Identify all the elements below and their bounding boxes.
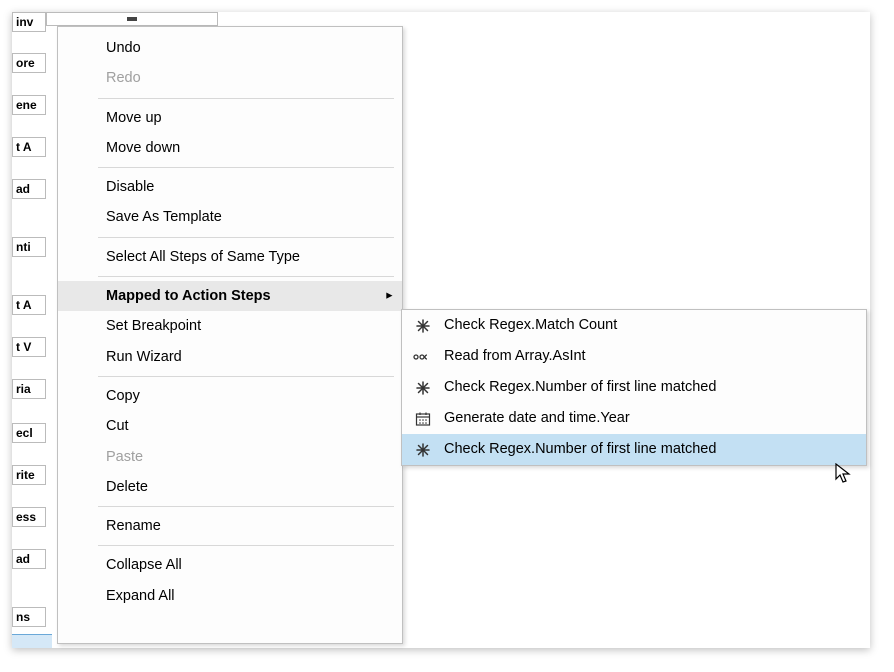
menu-expand-all[interactable]: Expand All bbox=[58, 581, 402, 611]
menu-separator bbox=[98, 376, 394, 377]
menu-run-wizard[interactable]: Run Wizard bbox=[58, 342, 402, 372]
menu-separator bbox=[98, 545, 394, 546]
bg-row-header: ess bbox=[12, 507, 46, 527]
bg-row-header: ad bbox=[12, 179, 46, 199]
ooc-icon bbox=[412, 348, 434, 366]
bg-row-header: ene bbox=[12, 95, 46, 115]
bg-row-header: t V bbox=[12, 337, 46, 357]
submenu-item[interactable]: Check Regex.Number of first line matched bbox=[402, 372, 866, 403]
bg-row-header: ore bbox=[12, 53, 46, 73]
submenu-item-label: Generate date and time.Year bbox=[444, 408, 630, 429]
submenu-item-label: Read from Array.AsInt bbox=[444, 346, 586, 367]
menu-select-all-same-type[interactable]: Select All Steps of Same Type bbox=[58, 242, 402, 272]
submenu-item-label: Check Regex.Number of first line matched bbox=[444, 439, 716, 460]
menu-cut[interactable]: Cut bbox=[58, 411, 402, 441]
bg-strip bbox=[12, 634, 52, 648]
context-menu: Undo Redo Move up Move down Disable Save… bbox=[57, 26, 403, 644]
menu-collapse-all[interactable]: Collapse All bbox=[58, 550, 402, 580]
menu-redo[interactable]: Redo bbox=[58, 63, 402, 93]
menu-delete[interactable]: Delete bbox=[58, 472, 402, 502]
menu-move-up[interactable]: Move up bbox=[58, 103, 402, 133]
menu-save-template[interactable]: Save As Template bbox=[58, 202, 402, 232]
submenu-item[interactable]: Read from Array.AsInt bbox=[402, 341, 866, 372]
bg-row-header: ria bbox=[12, 379, 46, 399]
menu-separator bbox=[98, 98, 394, 99]
calendar-icon bbox=[412, 410, 434, 428]
menu-copy[interactable]: Copy bbox=[58, 381, 402, 411]
submenu-item-label: Check Regex.Match Count bbox=[444, 315, 617, 336]
menu-mapped-to-action-steps[interactable]: Mapped to Action Steps bbox=[58, 281, 402, 311]
bg-row-header: nti bbox=[12, 237, 46, 257]
main-panel: inv ore ene t A ad nti t A t V ria ecl rite ess ad ns… bbox=[12, 12, 870, 648]
submenu-mapped-actions: Check Regex.Match Count Read from Array.A… bbox=[401, 309, 867, 466]
submenu-item-label: Check Regex.Number of first line matched bbox=[444, 377, 716, 398]
menu-separator bbox=[98, 167, 394, 168]
asterisk-icon bbox=[412, 441, 434, 459]
bg-row-header: ad bbox=[12, 549, 46, 569]
asterisk-icon bbox=[412, 317, 434, 335]
submenu-item[interactable]: Check Regex.Match Count bbox=[402, 310, 866, 341]
submenu-item[interactable]: Generate date and time.Year bbox=[402, 403, 866, 434]
menu-separator bbox=[98, 237, 394, 238]
bg-row-header: inv bbox=[12, 12, 46, 32]
bg-row-header: ecl bbox=[12, 423, 46, 443]
menu-separator bbox=[98, 506, 394, 507]
menu-rename[interactable]: Rename bbox=[58, 511, 402, 541]
menu-separator bbox=[98, 276, 394, 277]
bg-row-header: t A bbox=[12, 137, 46, 157]
menu-set-breakpoint[interactable]: Set Breakpoint bbox=[58, 311, 402, 341]
bg-row-header: rite bbox=[12, 465, 46, 485]
bg-cell bbox=[46, 12, 218, 26]
menu-undo[interactable]: Undo bbox=[58, 33, 402, 63]
asterisk-icon bbox=[412, 379, 434, 397]
menu-disable[interactable]: Disable bbox=[58, 172, 402, 202]
menu-paste[interactable]: Paste bbox=[58, 442, 402, 472]
menu-move-down[interactable]: Move down bbox=[58, 133, 402, 163]
bg-row-header: ns bbox=[12, 607, 46, 627]
submenu-item[interactable]: Check Regex.Number of first line matched bbox=[402, 434, 866, 465]
bg-row-header: t A bbox=[12, 295, 46, 315]
